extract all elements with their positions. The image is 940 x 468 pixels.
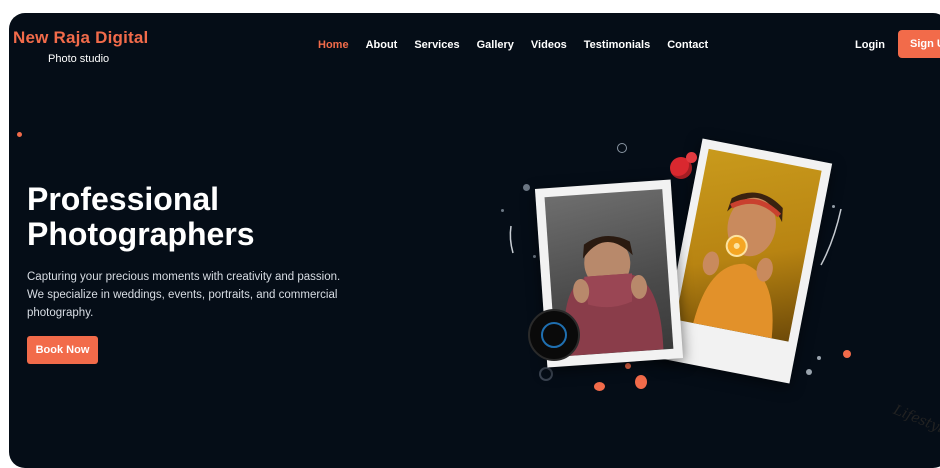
nav-testimonials-link[interactable]: Testimonials [584,39,650,51]
nav-home-link[interactable]: Home [318,39,349,51]
hero-photo-collage: Lifestyles [489,131,940,442]
login-link[interactable]: Login [855,39,885,51]
nav-contact-link[interactable]: Contact [667,39,708,51]
signup-button[interactable]: Sign Up [898,30,940,58]
main-menu: Home About Services Gallery Videos Testi… [318,39,725,51]
nav-gallery-link[interactable]: Gallery [477,39,514,51]
decorative-dot [17,132,22,137]
hero-title-line-1: Professional [27,181,220,217]
pushpin-head-icon [686,152,697,163]
photo-caption: Lifestyles [891,402,940,443]
hero-title: Professional Photographers [27,182,255,252]
studio-badge [528,309,580,361]
woman-with-orange-illustration [693,192,783,339]
browser-viewport: New Raja Digital Photo studio Home About… [9,13,940,468]
badge-ring [541,322,567,348]
hero-description: Capturing your precious moments with cre… [27,271,341,319]
brand-logo[interactable]: New Raja Digital Photo studio [13,28,148,65]
nav-services-link[interactable]: Services [414,39,459,51]
nav-about-link[interactable]: About [366,39,398,51]
portrait-image [675,148,822,342]
brand-name: New Raja Digital [13,28,149,47]
top-navigation: New Raja Digital Photo studio Home About… [9,13,940,83]
brand-tagline: Photo studio [48,53,110,65]
book-now-button[interactable]: Book Now [27,336,98,364]
hero-title-line-2: Photographers [27,216,255,252]
nav-videos-link[interactable]: Videos [531,39,567,51]
